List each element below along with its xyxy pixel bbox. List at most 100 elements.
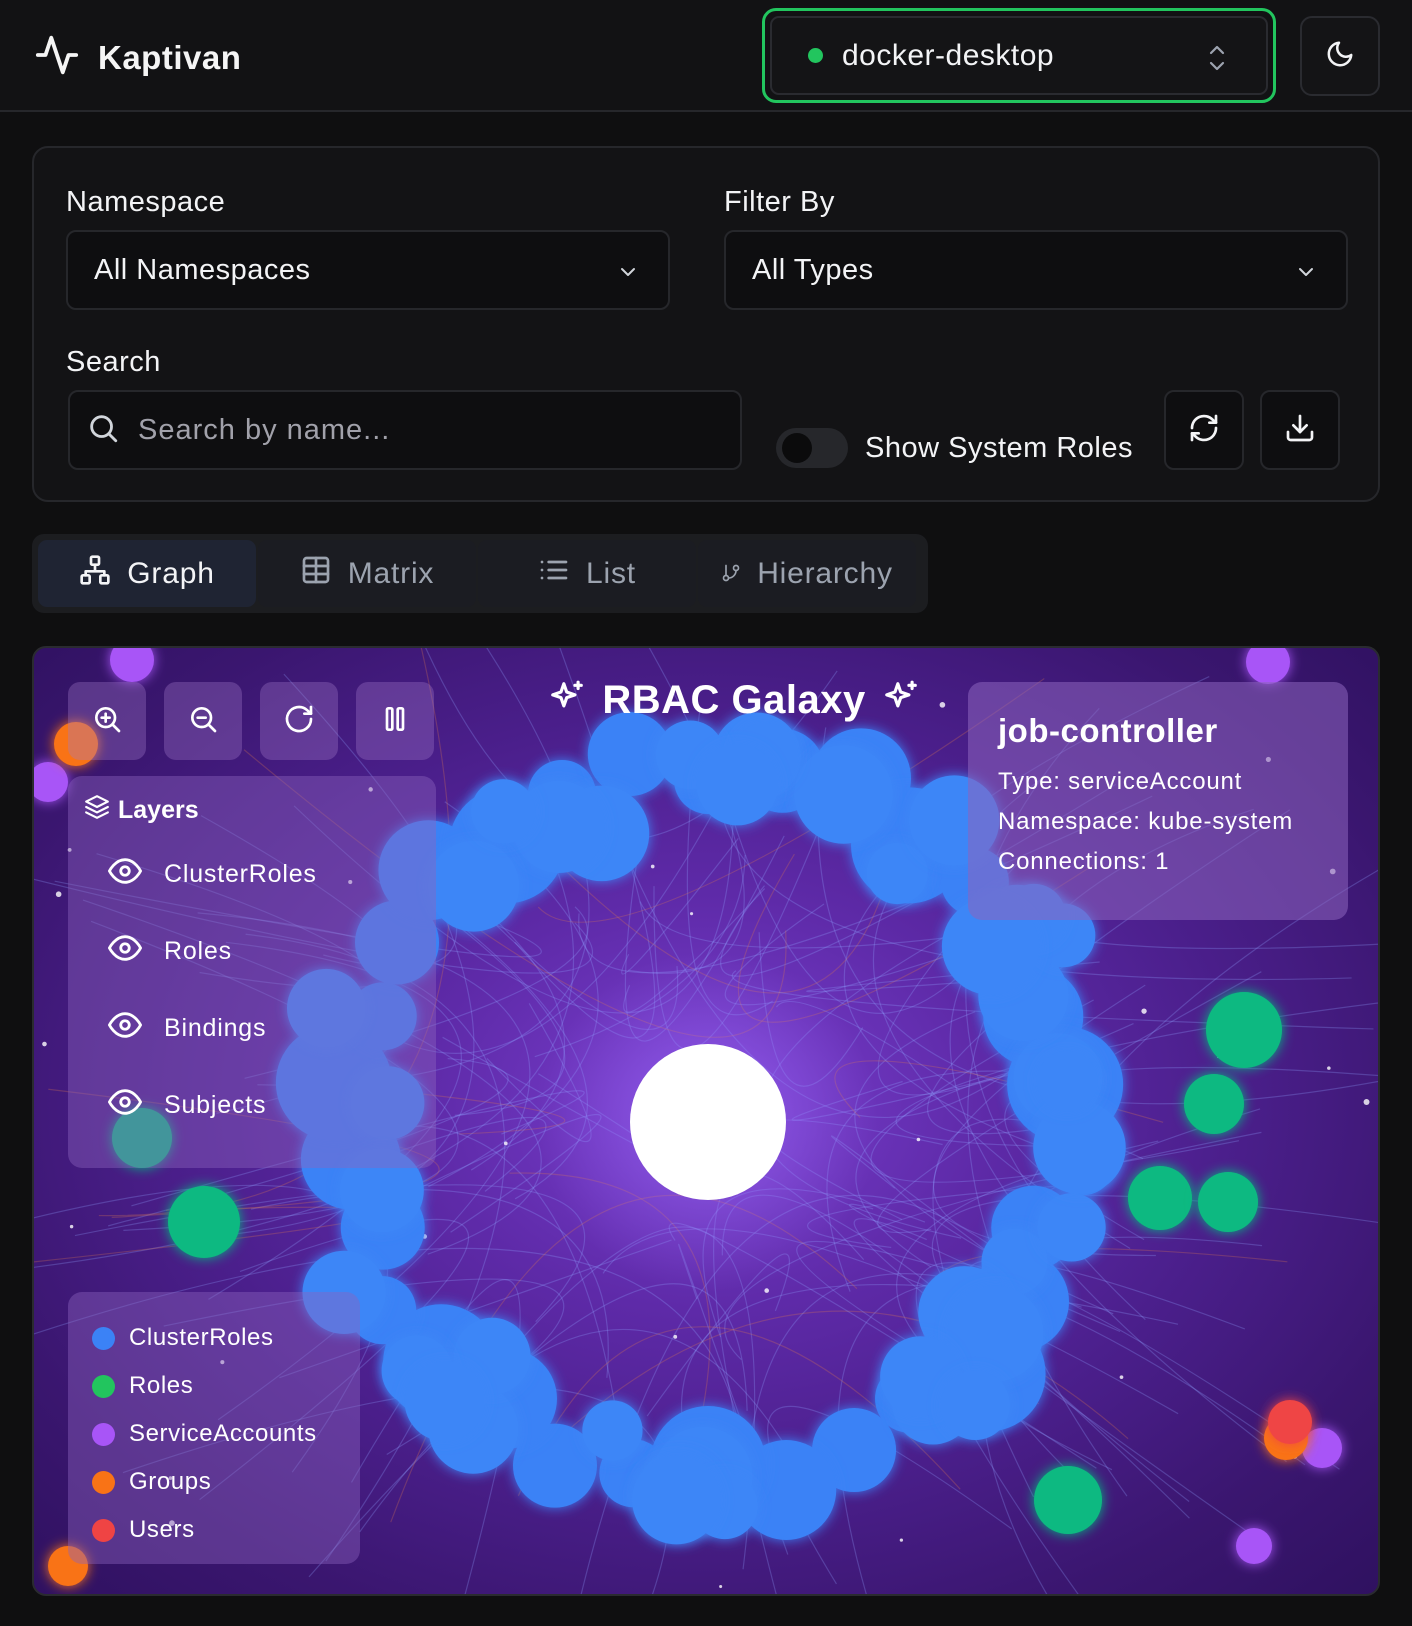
tab-hierarchy[interactable]: Hierarchy bbox=[698, 540, 916, 607]
clusterrole-node bbox=[428, 840, 520, 932]
clusterrole-node bbox=[1033, 1101, 1126, 1194]
clusterrole-node bbox=[632, 1455, 721, 1545]
layer-toggle-clusterroles[interactable]: ClusterRoles bbox=[108, 854, 317, 895]
table-icon bbox=[300, 554, 332, 594]
tab-list[interactable]: List bbox=[478, 540, 696, 607]
node-namespace: Namespace: kube-system bbox=[998, 808, 1294, 835]
center-node bbox=[630, 1044, 786, 1200]
context-selector[interactable]: docker-desktop bbox=[762, 8, 1276, 103]
legend-dot bbox=[92, 1518, 115, 1542]
eye-icon bbox=[108, 854, 142, 895]
legend-item-groups: Groups bbox=[68, 1458, 360, 1506]
namespace-select-value: All Namespaces bbox=[94, 253, 311, 286]
layers-icon bbox=[84, 794, 110, 827]
layers-title-text: Layers bbox=[118, 796, 199, 824]
filter-by-select-value: All Types bbox=[752, 253, 874, 286]
legend-item-roles: Roles bbox=[68, 1362, 360, 1410]
star bbox=[1327, 1066, 1331, 1070]
layer-label: ClusterRoles bbox=[164, 860, 317, 888]
legend-dot bbox=[92, 1422, 115, 1446]
star bbox=[673, 1334, 678, 1339]
legend-item-users: Users bbox=[68, 1506, 360, 1554]
rbac-galaxy-canvas[interactable]: RBAC Galaxy Layers ClusterRoles Roles Bi… bbox=[32, 646, 1380, 1596]
serviceaccount-node bbox=[1246, 648, 1290, 684]
star bbox=[69, 1224, 74, 1229]
context-name: docker-desktop bbox=[842, 38, 1055, 72]
pause-button[interactable] bbox=[356, 682, 434, 760]
tab-graph[interactable]: Graph bbox=[38, 540, 256, 607]
search-field bbox=[68, 390, 742, 470]
list-icon bbox=[538, 554, 570, 594]
clusterrole-node bbox=[471, 779, 536, 844]
clusterrole-node bbox=[866, 842, 928, 905]
serviceaccount-node bbox=[1236, 1528, 1272, 1564]
reset-view-button[interactable] bbox=[260, 682, 338, 760]
legend-label: ClusterRoles bbox=[129, 1324, 274, 1351]
clusterrole-node bbox=[940, 1370, 1010, 1441]
role-node bbox=[1206, 992, 1282, 1068]
layer-label: Bindings bbox=[164, 1014, 267, 1042]
refresh-button[interactable] bbox=[1164, 390, 1244, 470]
tab-matrix[interactable]: Matrix bbox=[258, 540, 476, 607]
node-info-panel: job-controller Type: serviceAccount Name… bbox=[968, 682, 1348, 920]
layer-toggle-roles[interactable]: Roles bbox=[108, 931, 232, 972]
legend-dot bbox=[92, 1470, 115, 1494]
role-node bbox=[1128, 1166, 1192, 1230]
galaxy-title-text: RBAC Galaxy bbox=[602, 678, 866, 722]
search-icon bbox=[70, 411, 120, 450]
zoom-out-button[interactable] bbox=[164, 682, 242, 760]
clusterrole-node bbox=[947, 1285, 1044, 1382]
pause-icon bbox=[379, 703, 411, 740]
layer-label: Roles bbox=[164, 937, 232, 965]
namespace-label: Namespace bbox=[66, 186, 226, 218]
refresh-icon bbox=[1188, 412, 1220, 449]
zoom-in-button[interactable] bbox=[68, 682, 146, 760]
star bbox=[42, 1041, 47, 1047]
filter-by-select[interactable]: All Types bbox=[724, 230, 1348, 310]
legend-label: Users bbox=[129, 1516, 195, 1543]
legend-panel: ClusterRoles Roles ServiceAccounts Group… bbox=[68, 1292, 360, 1564]
star bbox=[689, 912, 694, 916]
clusterrole-node bbox=[794, 745, 893, 844]
tab-list-label: List bbox=[586, 556, 636, 590]
clusterrole-node bbox=[1036, 1050, 1098, 1112]
tab-hierarchy-label: Hierarchy bbox=[757, 556, 893, 590]
role-node bbox=[168, 1186, 240, 1258]
serviceaccount-node bbox=[34, 762, 68, 802]
layer-toggle-subjects[interactable]: Subjects bbox=[108, 1085, 266, 1126]
git-branch-icon bbox=[721, 557, 741, 591]
show-system-roles-toggle[interactable] bbox=[776, 428, 848, 468]
layers-panel: Layers ClusterRoles Roles Bindings Subje… bbox=[68, 776, 436, 1168]
download-icon bbox=[1284, 412, 1316, 449]
view-tabs: Graph Matrix List Hierarchy bbox=[32, 534, 928, 613]
eye-icon bbox=[108, 1008, 142, 1049]
namespace-select[interactable]: All Namespaces bbox=[66, 230, 670, 310]
legend-label: ServiceAccounts bbox=[129, 1420, 317, 1447]
network-icon bbox=[79, 554, 111, 594]
app-name: Kaptivan bbox=[98, 38, 242, 76]
download-button[interactable] bbox=[1260, 390, 1340, 470]
node-type: Type: serviceAccount bbox=[998, 768, 1243, 795]
star bbox=[55, 891, 62, 898]
legend-label: Roles bbox=[129, 1372, 194, 1399]
search-input[interactable] bbox=[138, 413, 698, 447]
app-logo[interactable]: Kaptivan bbox=[34, 32, 241, 83]
eye-icon bbox=[108, 931, 142, 972]
node-connections: Connections: 1 bbox=[998, 848, 1170, 875]
star bbox=[1119, 1375, 1124, 1380]
filter-by-label: Filter By bbox=[724, 186, 835, 218]
star bbox=[503, 1141, 508, 1146]
filter-panel: Namespace All Namespaces Filter By All T… bbox=[32, 146, 1380, 502]
layer-toggle-bindings[interactable]: Bindings bbox=[108, 1008, 266, 1049]
sparkles-icon bbox=[882, 679, 920, 722]
theme-toggle-button[interactable] bbox=[1300, 16, 1380, 96]
user-node bbox=[1268, 1400, 1312, 1444]
legend-label: Groups bbox=[129, 1468, 212, 1495]
context-status-dot bbox=[808, 48, 823, 63]
role-node bbox=[1184, 1074, 1244, 1134]
legend-dot bbox=[92, 1374, 115, 1398]
app-header: Kaptivan docker-desktop bbox=[0, 0, 1412, 112]
role-node bbox=[1034, 1466, 1102, 1534]
star bbox=[1141, 1008, 1147, 1014]
star bbox=[764, 1288, 770, 1293]
